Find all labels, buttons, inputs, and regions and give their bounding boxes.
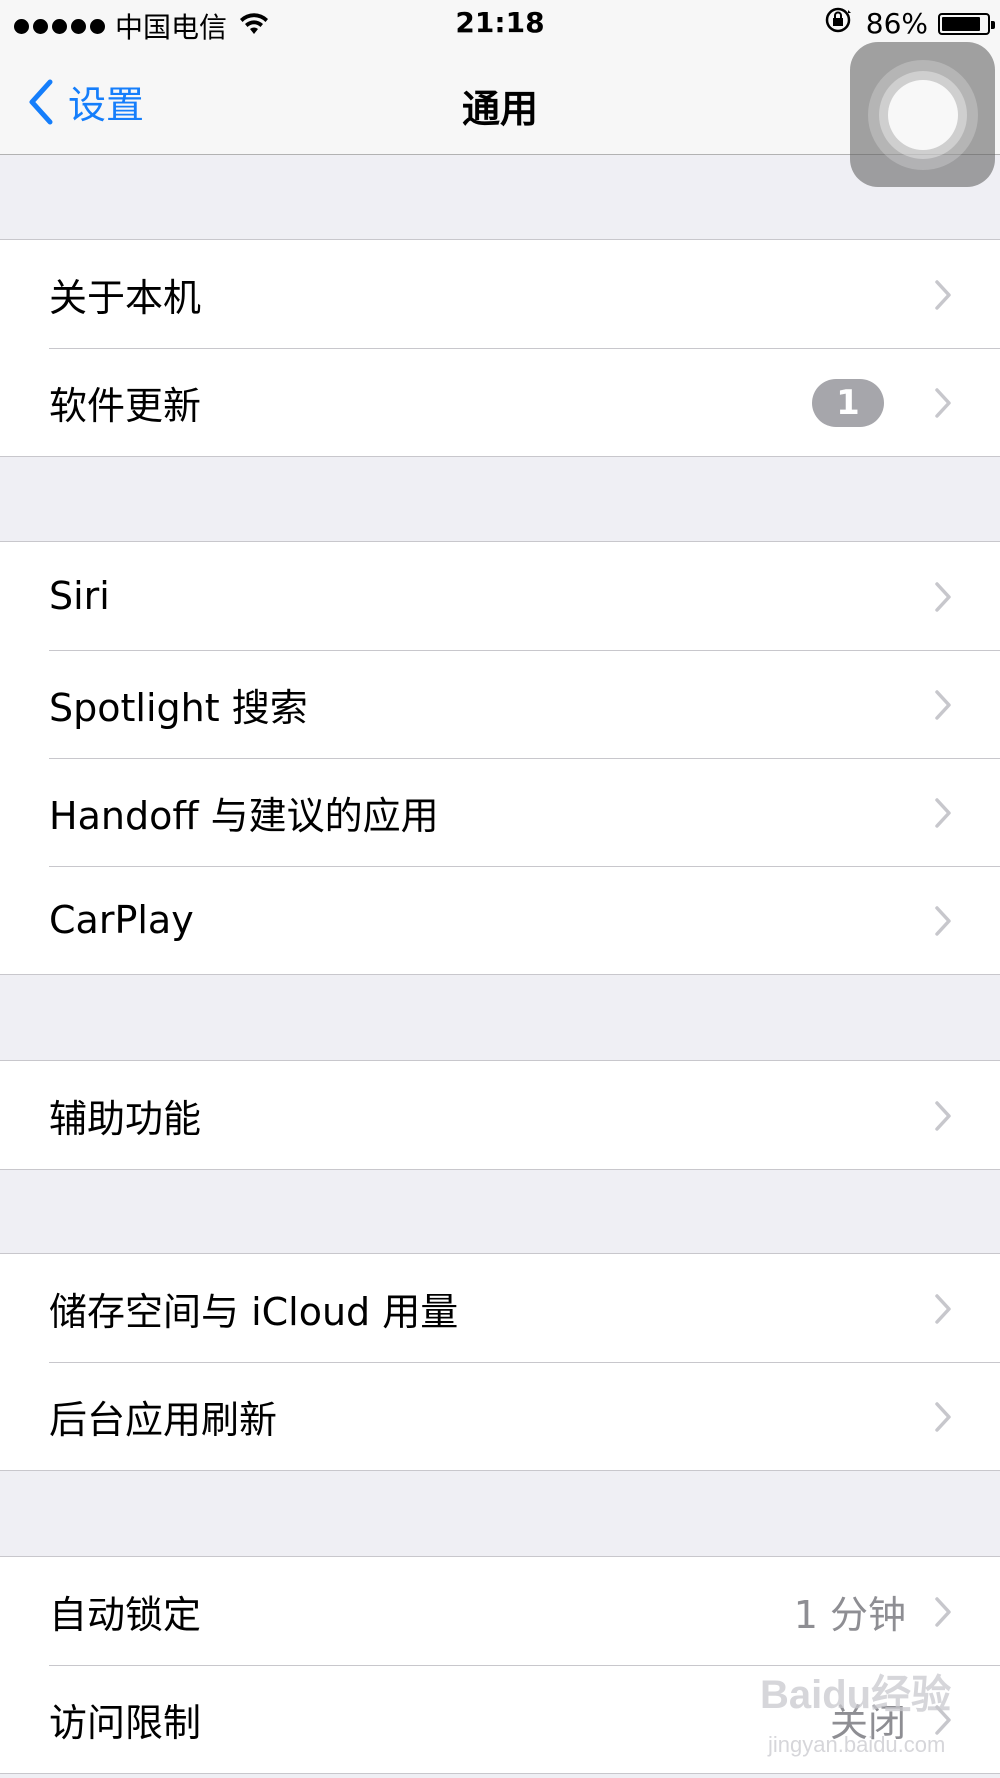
assistive-touch-ring-inner	[887, 79, 958, 150]
row-label: 关于本机	[49, 275, 202, 320]
row-label: 后台应用刷新	[49, 1397, 278, 1442]
row-handoff[interactable]: Handoff 与建议的应用	[0, 758, 1000, 866]
chevron-right-icon	[935, 388, 951, 418]
row-label: Handoff 与建议的应用	[49, 793, 439, 838]
row-carplay[interactable]: CarPlay	[0, 866, 1000, 974]
chevron-right-icon	[935, 798, 951, 828]
chevron-right-icon	[935, 690, 951, 720]
orientation-lock-icon	[824, 6, 852, 41]
chevron-right-icon	[935, 906, 951, 936]
update-count-badge: 1	[812, 379, 884, 427]
row-background-refresh[interactable]: 后台应用刷新	[0, 1362, 1000, 1470]
battery-percent: 86%	[865, 7, 928, 40]
row-value: 1 分钟	[793, 1592, 906, 1637]
status-bar: 中国电信 21:18 86%	[0, 0, 1000, 50]
row-auto-lock[interactable]: 自动锁定 1 分钟	[0, 1557, 1000, 1665]
assistive-touch-ring-middle	[878, 70, 967, 159]
assistive-touch-ring-outer	[867, 59, 978, 170]
row-label: 自动锁定	[49, 1592, 202, 1637]
row-label: 访问限制	[49, 1700, 202, 1745]
settings-group-1: 关于本机 软件更新 1	[0, 239, 1000, 457]
settings-group-3: 辅助功能	[0, 1060, 1000, 1170]
row-label: Siri	[49, 574, 110, 618]
row-storage-icloud[interactable]: 储存空间与 iCloud 用量	[0, 1254, 1000, 1362]
watermark-logo: Baidu经验	[760, 1673, 952, 1717]
settings-group-2: Siri Spotlight 搜索 Handoff 与建议的应用 CarPlay	[0, 541, 1000, 975]
chevron-right-icon	[935, 1294, 951, 1324]
row-siri[interactable]: Siri	[0, 542, 1000, 650]
row-accessibility[interactable]: 辅助功能	[0, 1061, 1000, 1169]
battery-icon	[938, 12, 995, 35]
row-about[interactable]: 关于本机	[0, 240, 1000, 348]
chevron-right-icon	[935, 1402, 951, 1432]
watermark-url: jingyan.baidu.com	[768, 1732, 946, 1757]
chevron-right-icon	[935, 582, 951, 612]
status-right: 86%	[824, 6, 995, 41]
row-spotlight-search[interactable]: Spotlight 搜索	[0, 650, 1000, 758]
row-label: CarPlay	[49, 898, 194, 942]
row-label: 辅助功能	[49, 1096, 202, 1141]
chevron-right-icon	[935, 1101, 951, 1131]
settings-group-4: 储存空间与 iCloud 用量 后台应用刷新	[0, 1253, 1000, 1471]
row-label: 软件更新	[49, 383, 202, 428]
assistive-touch-button[interactable]	[850, 42, 995, 187]
chevron-right-icon	[935, 1597, 951, 1627]
row-software-update[interactable]: 软件更新 1	[0, 348, 1000, 456]
row-label: Spotlight 搜索	[49, 685, 308, 730]
chevron-right-icon	[935, 280, 951, 310]
battery-fill	[942, 16, 980, 31]
row-label: 储存空间与 iCloud 用量	[49, 1289, 459, 1334]
